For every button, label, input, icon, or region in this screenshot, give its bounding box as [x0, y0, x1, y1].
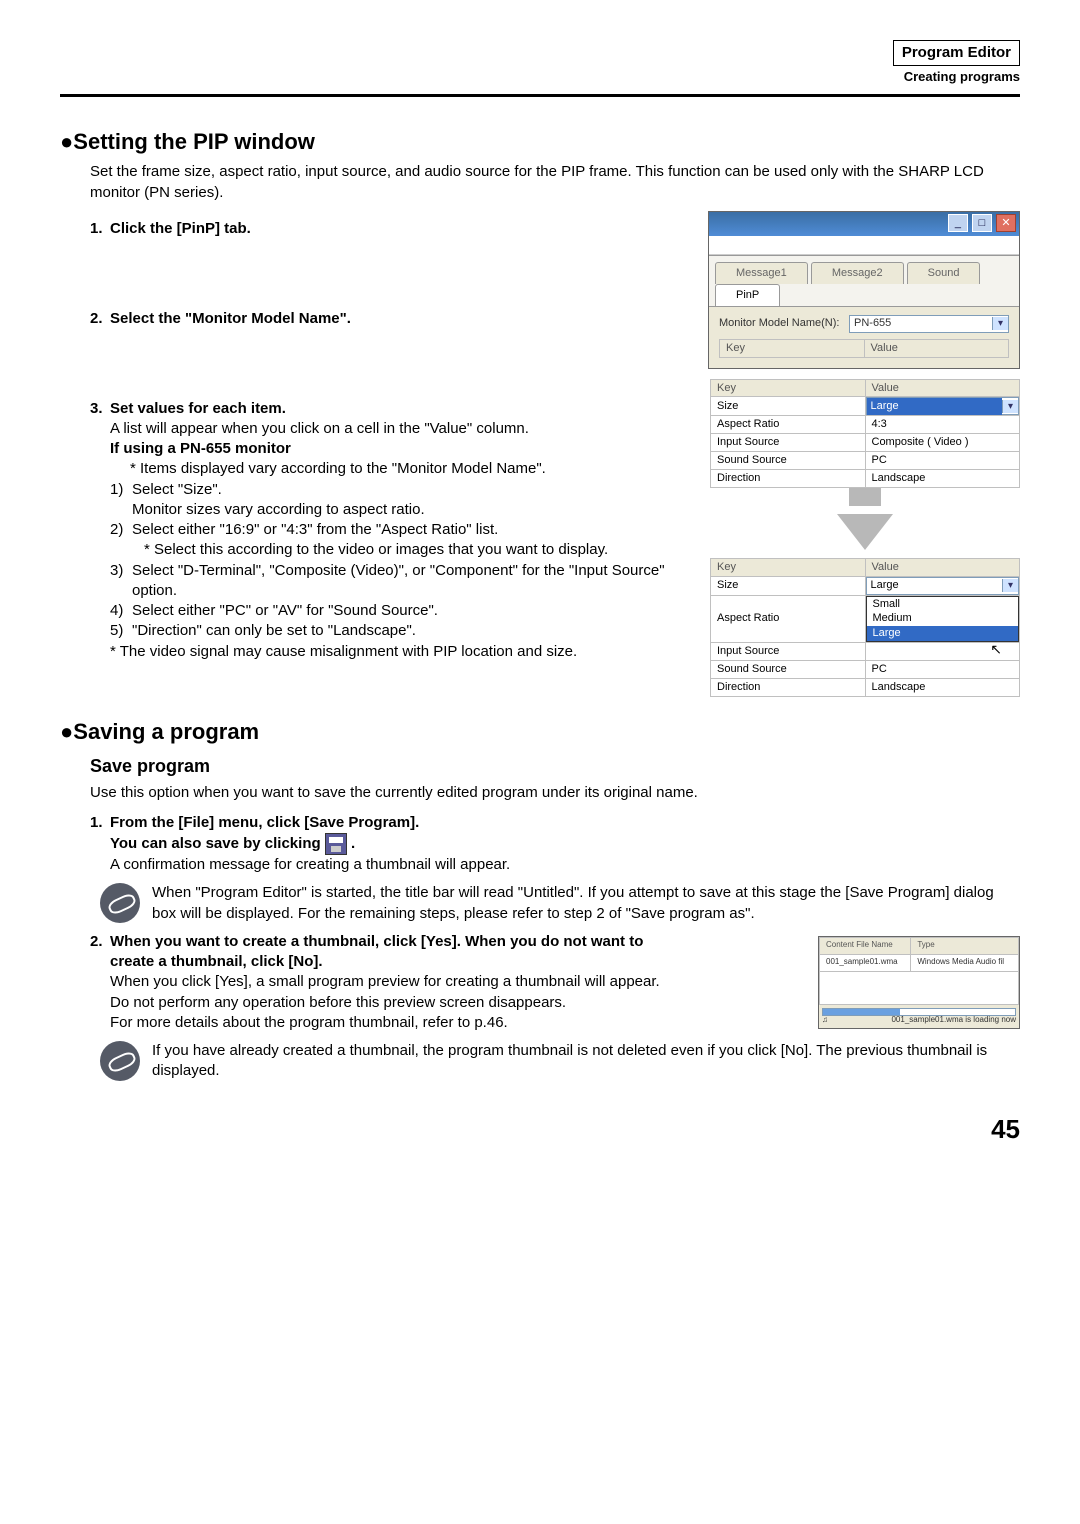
page-number: 45	[60, 1112, 1020, 1147]
save-icon[interactable]	[325, 833, 347, 855]
size-dropdown-list[interactable]: Small Medium Large	[866, 596, 1020, 643]
size-combo-open[interactable]: Large▾	[866, 577, 1020, 595]
section-setting-pip: ●Setting the PIP window	[60, 127, 1020, 157]
save-step2-desc1: When you click [Yes], a small program pr…	[110, 972, 670, 1013]
tab-sound[interactable]: Sound	[907, 262, 981, 284]
step3-li1a: Select "Size".	[132, 481, 222, 498]
tab-message2[interactable]: Message2	[811, 262, 904, 284]
save-step2-desc2: For more details about the program thumb…	[110, 1013, 670, 1033]
step3-li4: Select either "PC" or "AV" for "Sound So…	[132, 601, 438, 621]
tab-message1[interactable]: Message1	[715, 262, 808, 284]
tip2-text: If you have already created a thumbnail,…	[152, 1041, 1020, 1082]
save-intro: Use this option when you want to save th…	[90, 783, 1020, 803]
header-subtitle: Creating programs	[60, 68, 1020, 86]
save-step1-desc: A confirmation message for creating a th…	[110, 855, 510, 875]
chevron-down-icon[interactable]: ▾	[992, 317, 1008, 331]
save-step2a: When you want to create a thumbnail, cli…	[110, 932, 670, 973]
arrow-down-icon	[849, 488, 881, 506]
figure-thumbnail-preview: Content File NameType 001_sample01.wmaWi…	[818, 936, 1020, 1029]
chevron-down-icon[interactable]: ▾	[1002, 400, 1018, 414]
monitor-model-label: Monitor Model Name(N):	[719, 316, 849, 331]
save-step1b: You can also save by clicking .	[110, 833, 510, 855]
step3-li3: Select "D-Terminal", "Composite (Video)"…	[132, 561, 700, 602]
header-rule	[60, 94, 1020, 97]
chevron-down-icon[interactable]: ▾	[1002, 579, 1018, 593]
step2: Select the "Monitor Model Name".	[110, 309, 351, 329]
tip-2: If you have already created a thumbnail,…	[100, 1041, 1020, 1082]
close-icon[interactable]: ✕	[996, 214, 1016, 232]
save-step1a: From the [File] menu, click [Save Progra…	[110, 813, 510, 833]
section-saving-program: ●Saving a program	[60, 717, 1020, 747]
save-program-subhead: Save program	[90, 754, 1020, 778]
kv-table-header: KeyValue	[719, 339, 1009, 358]
tip-icon	[100, 1041, 140, 1081]
step3-li2b: * Select this according to the video or …	[144, 540, 608, 560]
tab-pinp[interactable]: PinP	[715, 284, 780, 306]
maximize-icon[interactable]: □	[972, 214, 992, 232]
figure-value-table: KeyValue SizeLarge▾ Aspect Ratio4:3 Inpu…	[710, 379, 1020, 697]
arrow-down-icon	[837, 514, 893, 550]
figure-pinp-window: _ □ ✕ Message1 Message2 Sound PinP Monit…	[708, 211, 1020, 369]
step3-li2a: Select either "16:9" or "4:3" from the "…	[132, 521, 498, 538]
cursor-icon: ↖	[990, 640, 1002, 659]
tip1-text: When "Program Editor" is started, the ti…	[152, 883, 1020, 924]
tip-icon	[100, 883, 140, 923]
size-combo[interactable]: Large▾	[866, 397, 1020, 415]
step3-li1b: Monitor sizes vary according to aspect r…	[132, 501, 425, 518]
step3-li5: "Direction" can only be set to "Landscap…	[132, 621, 416, 641]
step1: Click the [PinP] tab.	[110, 219, 251, 239]
monitor-model-combo[interactable]: PN-655▾	[849, 315, 1009, 333]
step3: Set values for each item.	[110, 399, 286, 419]
minimize-icon[interactable]: _	[948, 214, 968, 232]
header-box: Program Editor	[893, 40, 1020, 66]
tab-row: Message1 Message2 Sound PinP	[709, 255, 1019, 306]
page-header: Program Editor Creating programs	[60, 40, 1020, 86]
window-titlebar: _ □ ✕	[709, 212, 1019, 236]
section1-intro: Set the frame size, aspect ratio, input …	[90, 162, 1020, 203]
tip-1: When "Program Editor" is started, the ti…	[100, 883, 1020, 924]
